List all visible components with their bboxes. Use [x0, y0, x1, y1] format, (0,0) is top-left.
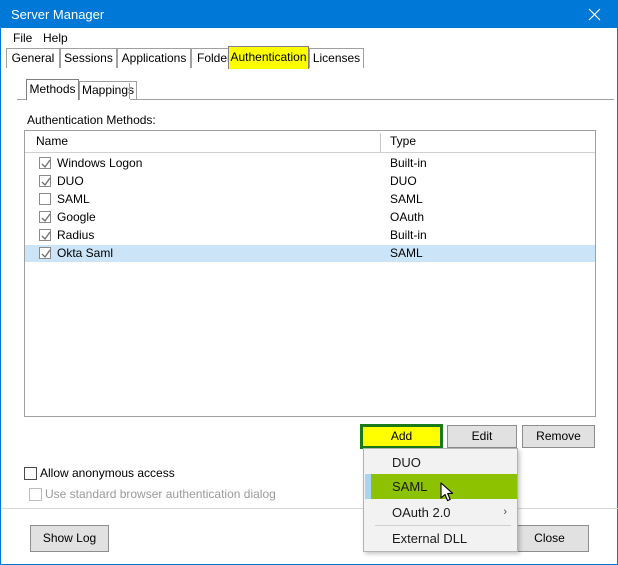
check-icon	[41, 177, 51, 187]
table-row[interactable]: Google OAuth	[25, 209, 595, 226]
row-name: SAML	[57, 192, 90, 206]
menu-item-saml[interactable]: SAML	[371, 474, 517, 499]
row-type: SAML	[390, 246, 423, 260]
menu-item-help[interactable]: Help	[38, 31, 73, 46]
table-row[interactable]: Windows Logon Built-in	[25, 155, 595, 172]
row-checkbox[interactable]	[39, 157, 51, 169]
subtab-rule-right	[130, 99, 614, 100]
row-checkbox[interactable]	[39, 247, 51, 259]
column-header-type[interactable]: Type	[390, 134, 416, 149]
table-row[interactable]: Radius Built-in	[25, 227, 595, 244]
close-x-icon	[588, 8, 600, 21]
check-icon	[41, 231, 51, 241]
row-name: Google	[57, 210, 96, 224]
row-checkbox[interactable]	[39, 193, 51, 205]
tab-general[interactable]: General	[6, 48, 60, 68]
check-icon	[41, 249, 51, 259]
authentication-methods-list[interactable]: Name Type Windows Logon Built-in DUO DUO	[24, 130, 596, 417]
allow-anonymous-access-checkbox[interactable]	[24, 467, 37, 480]
menu-item-external-dll[interactable]: External DLL	[365, 526, 517, 551]
table-row[interactable]: SAML SAML	[25, 191, 595, 208]
menu-item-label: DUO	[392, 455, 421, 470]
table-row[interactable]: Okta Saml SAML	[25, 245, 595, 262]
subtab-tick	[129, 83, 130, 99]
header-divider	[25, 152, 595, 153]
list-header-row: Name Type	[25, 131, 595, 152]
allow-anonymous-access-label[interactable]: Allow anonymous access	[40, 466, 175, 481]
standard-browser-auth-label: Use standard browser authentication dial…	[45, 487, 276, 501]
row-name: Radius	[57, 228, 95, 242]
window-title: Server Manager	[11, 7, 105, 22]
row-type: Built-in	[390, 156, 427, 170]
row-type: DUO	[390, 174, 417, 188]
remove-button[interactable]: Remove	[522, 425, 595, 448]
edit-button[interactable]: Edit	[447, 425, 517, 448]
row-name: Okta Saml	[57, 246, 114, 260]
menu-item-file[interactable]: File	[8, 31, 37, 46]
add-dropdown-menu: DUO SAML OAuth 2.0 › External DLL	[363, 448, 518, 552]
row-type: OAuth	[390, 210, 425, 224]
tab-authentication[interactable]: Authentication	[228, 46, 309, 69]
subtab-methods[interactable]: Methods	[26, 79, 79, 100]
footer-divider	[2, 508, 618, 509]
close-button[interactable]: Close	[510, 525, 589, 552]
title-bar: Server Manager	[1, 1, 617, 28]
menu-item-label: OAuth 2.0	[392, 505, 451, 520]
row-type: Built-in	[390, 228, 427, 242]
menu-item-oauth2[interactable]: OAuth 2.0 ›	[365, 500, 517, 525]
menu-bar: File Help	[2, 29, 616, 48]
menu-item-label: SAML	[392, 479, 428, 494]
tab-sessions[interactable]: Sessions	[60, 48, 117, 68]
check-icon	[41, 159, 51, 169]
check-icon	[41, 213, 51, 223]
menu-item-label: External DLL	[392, 531, 468, 546]
column-header-name[interactable]: Name	[36, 134, 68, 149]
add-button[interactable]: Add	[360, 424, 443, 449]
row-name: Windows Logon	[57, 156, 143, 170]
submenu-chevron-right-icon: ›	[503, 506, 507, 518]
menu-item-duo[interactable]: DUO	[365, 450, 517, 475]
row-name: DUO	[57, 174, 84, 188]
close-window-button[interactable]	[571, 1, 617, 28]
row-checkbox[interactable]	[39, 175, 51, 187]
table-row[interactable]: DUO DUO	[25, 173, 595, 190]
row-type: SAML	[390, 192, 423, 206]
main-tab-strip: General Sessions Applications Folders Au…	[6, 46, 614, 69]
tab-licenses[interactable]: Licenses	[309, 48, 364, 68]
standard-browser-auth-checkbox	[29, 488, 42, 501]
methods-label: Authentication Methods:	[27, 113, 156, 127]
show-log-button[interactable]: Show Log	[30, 525, 109, 552]
server-manager-window: Server Manager File Help General Session…	[0, 0, 618, 565]
row-checkbox[interactable]	[39, 229, 51, 241]
row-checkbox[interactable]	[39, 211, 51, 223]
tab-applications[interactable]: Applications	[117, 48, 191, 68]
column-separator[interactable]	[380, 133, 381, 152]
subtab-rule-left	[17, 99, 26, 100]
